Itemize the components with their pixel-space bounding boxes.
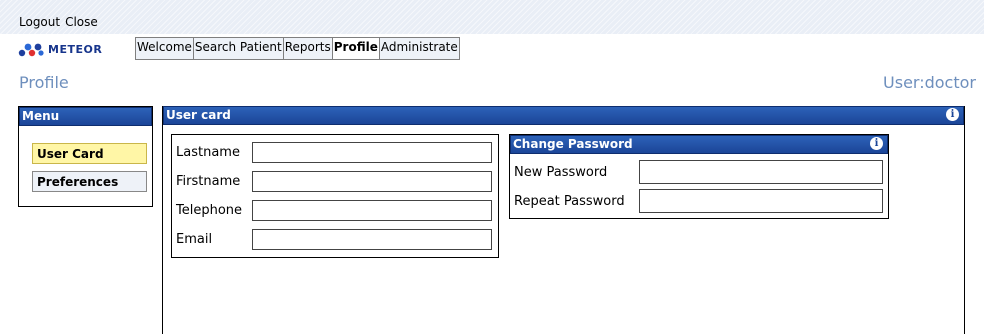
user-details-form: Lastname Firstname Telephone Email bbox=[171, 134, 499, 258]
menu-item-preferences[interactable]: Preferences bbox=[32, 171, 147, 192]
lastname-row: Lastname bbox=[176, 141, 492, 164]
lastname-label: Lastname bbox=[176, 145, 240, 160]
firstname-label: Firstname bbox=[176, 174, 241, 189]
firstname-row: Firstname bbox=[176, 170, 492, 193]
meteor-logo: METEOR bbox=[18, 37, 102, 61]
tab-administrate[interactable]: Administrate bbox=[379, 38, 459, 59]
current-user-label: User:doctor bbox=[883, 73, 976, 92]
telephone-label: Telephone bbox=[176, 203, 243, 218]
user-card-panel: User card i Lastname Firstname Telephone… bbox=[162, 106, 965, 334]
top-bar: Logout Close bbox=[0, 0, 984, 34]
change-password-title: Change Password bbox=[513, 137, 633, 151]
logo-text: METEOR bbox=[48, 42, 103, 56]
menu-header: Menu bbox=[19, 107, 152, 126]
repeat-password-input[interactable] bbox=[639, 189, 883, 213]
info-icon[interactable]: i bbox=[870, 137, 883, 150]
close-link[interactable]: Close bbox=[65, 15, 98, 29]
firstname-input[interactable] bbox=[252, 171, 492, 192]
email-label: Email bbox=[176, 232, 213, 247]
logout-link[interactable]: Logout bbox=[19, 15, 60, 29]
email-input[interactable] bbox=[252, 229, 492, 250]
top-links: Logout Close bbox=[19, 15, 103, 29]
menu-item-user-card[interactable]: User Card bbox=[32, 143, 147, 164]
tab-reports[interactable]: Reports bbox=[283, 38, 333, 59]
lastname-input[interactable] bbox=[252, 142, 492, 163]
page-title: Profile bbox=[19, 73, 69, 92]
new-password-label: New Password bbox=[514, 164, 608, 180]
change-password-panel: Change Password i New Password Repeat Pa… bbox=[509, 134, 889, 219]
user-card-title: User card bbox=[166, 108, 231, 122]
email-row: Email bbox=[176, 228, 492, 251]
tab-welcome[interactable]: Welcome bbox=[136, 38, 194, 59]
tab-profile[interactable]: Profile bbox=[332, 38, 380, 59]
info-icon[interactable]: i bbox=[946, 108, 959, 121]
new-password-input[interactable] bbox=[639, 160, 883, 184]
change-password-header: Change Password i bbox=[510, 135, 888, 154]
logo-icon bbox=[18, 43, 44, 57]
telephone-row: Telephone bbox=[176, 199, 492, 222]
repeat-password-label: Repeat Password bbox=[514, 193, 625, 209]
telephone-input[interactable] bbox=[252, 200, 492, 221]
menu-panel: Menu User Card Preferences bbox=[18, 106, 153, 207]
new-password-row: New Password bbox=[514, 160, 883, 184]
tab-search-patient[interactable]: Search Patient bbox=[193, 38, 284, 59]
repeat-password-row: Repeat Password bbox=[514, 189, 883, 213]
user-card-header: User card i bbox=[163, 106, 964, 125]
main-tabs: Welcome Search Patient Reports Profile A… bbox=[135, 37, 460, 60]
